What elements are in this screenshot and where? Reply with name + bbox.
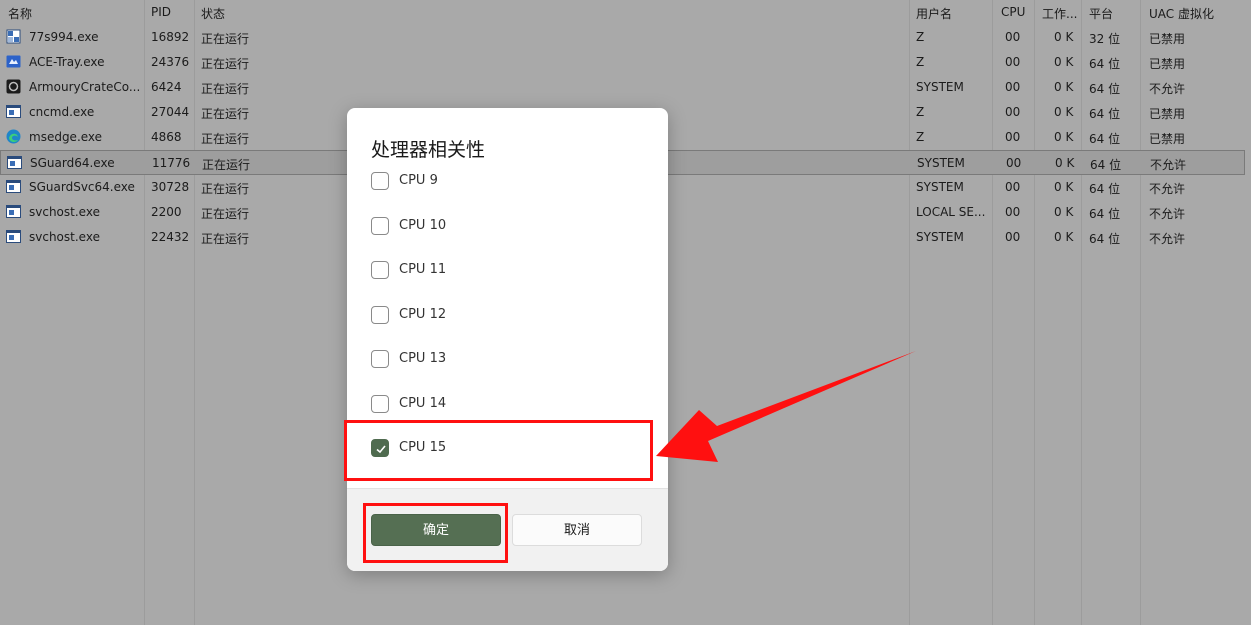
annotation-arrow-svg <box>656 351 916 462</box>
annotation-arrow <box>656 351 916 462</box>
